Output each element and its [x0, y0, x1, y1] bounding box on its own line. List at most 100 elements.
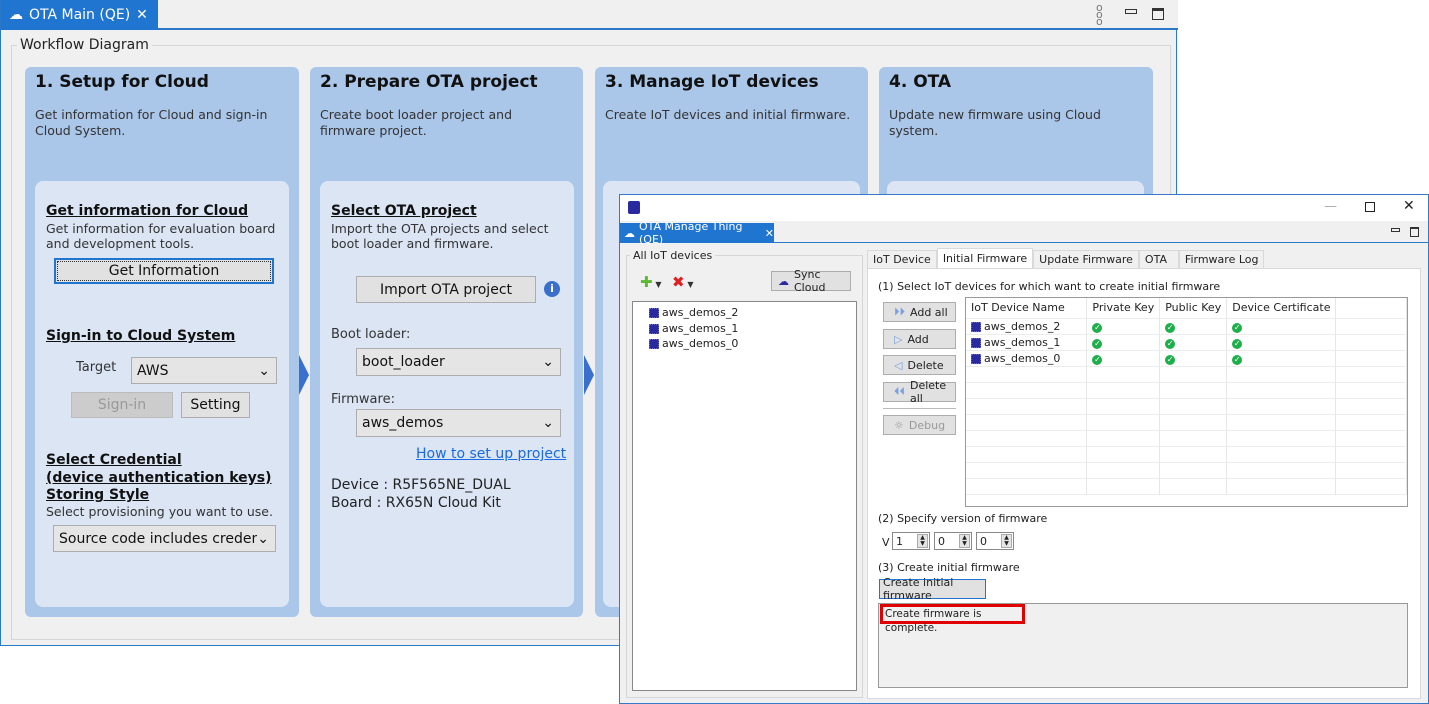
table-row[interactable] [966, 398, 1407, 415]
chevron-down-icon: ⌄ [258, 362, 270, 379]
device-name-cell: aws_demos_0 [966, 350, 1088, 367]
tree-item[interactable]: aws_demos_1 [649, 321, 738, 337]
version-prefix: V [882, 536, 890, 549]
close-icon[interactable]: ✕ [765, 227, 774, 240]
credential-select[interactable]: Source code includes credentia ⌄ [53, 525, 276, 552]
devices-table[interactable]: IoT Device Name Private Key Public Key D… [965, 297, 1408, 507]
delete-all-button[interactable]: ⏴⏴ Delete all [883, 379, 956, 405]
check-icon: ✓ [1232, 322, 1243, 333]
create-initial-firmware-button[interactable]: Create initial firmware [879, 576, 986, 602]
minimize-icon[interactable] [1125, 9, 1137, 14]
table-row[interactable] [966, 382, 1407, 399]
main-tab-bar: ☁ OTA Main (QE) ✕ ooo [1, 0, 1178, 30]
ota-manage-thing-window: — ✕ ☁ OTA Manage Thing (QE) ✕ All IoT devi… [619, 194, 1429, 704]
arrow-right-icon [299, 355, 309, 395]
step2-label: (2) Specify version of firmware [878, 512, 1048, 525]
credential-heading-2[interactable]: (device authentication keys) [46, 470, 272, 486]
version-major-stepper[interactable]: 1 ▲ ▼ [892, 532, 930, 550]
signin-heading[interactable]: Sign-in to Cloud System [46, 328, 235, 344]
sync-cloud-button[interactable]: ☁ Sync Cloud [771, 268, 851, 294]
credential-heading-3[interactable]: Storing Style [46, 487, 149, 503]
credential-heading[interactable]: Select Credential [46, 452, 182, 468]
col-public-key[interactable]: Public Key [1159, 298, 1228, 319]
workflow-label: Workflow Diagram [17, 37, 152, 53]
private_key-cell: ✓ [1086, 318, 1161, 335]
close-icon[interactable]: ✕ [136, 7, 148, 23]
check-icon: ✓ [1092, 322, 1103, 333]
private_key-cell: ✓ [1086, 350, 1161, 367]
setting-button[interactable]: Setting [181, 392, 250, 418]
table-row[interactable]: aws_demos_1 ✓ ✓ ✓ [966, 334, 1407, 351]
table-row[interactable] [966, 462, 1407, 479]
minimize-view-icon[interactable] [1391, 228, 1400, 232]
add-button[interactable]: ▷ Add [883, 329, 956, 349]
tab-iot-device[interactable]: IoT Device [867, 250, 937, 268]
card-setup: 1. Setup for Cloud Get information for Cl… [25, 67, 299, 617]
version-minor-stepper[interactable]: 0 ▲ ▼ [934, 532, 972, 550]
maximize-icon[interactable] [1365, 202, 1375, 212]
maximize-icon[interactable] [1152, 8, 1164, 20]
card-title: 1. Setup for Cloud [35, 72, 209, 92]
delete-device-icon[interactable]: ✖ ▼ [672, 273, 694, 291]
delete-button[interactable]: ◁ Delete [883, 355, 956, 375]
table-row[interactable] [966, 446, 1407, 463]
table-row[interactable]: aws_demos_2 ✓ ✓ ✓ [966, 318, 1407, 335]
tree-item[interactable]: aws_demos_0 [649, 336, 738, 352]
card-desc: Create boot loader project and firmware … [320, 107, 513, 138]
info-icon[interactable]: i [544, 281, 560, 297]
how-to-setup-link[interactable]: How to set up project [416, 446, 566, 462]
cloud-icon: ☁ [9, 7, 23, 23]
right-tabs: IoT Device Initial Firmware Update Firmw… [867, 248, 1265, 268]
col-private-key[interactable]: Private Key [1086, 298, 1161, 319]
card-prepare: 2. Prepare OTA project Create boot loader… [310, 67, 583, 617]
import-ota-project-button[interactable]: Import OTA project [356, 276, 536, 303]
signin-button[interactable]: Sign-in [71, 392, 173, 418]
tree-item[interactable]: aws_demos_2 [649, 305, 738, 321]
add-device-icon[interactable]: ✚ ▼ [640, 273, 662, 291]
maximize-view-icon[interactable] [1410, 227, 1419, 237]
chevron-down-icon: ⌄ [257, 530, 269, 547]
table-row[interactable] [966, 366, 1407, 383]
tab-firmware-log[interactable]: Firmware Log [1178, 250, 1265, 268]
tab-ota-main[interactable]: ☁ OTA Main (QE) ✕ [1, 0, 158, 30]
table-row[interactable] [966, 430, 1407, 447]
add-all-button[interactable]: ⏵⏵ Add all [883, 302, 956, 322]
devices-tree[interactable]: aws_demos_2 aws_demos_1 aws_demos_0 [632, 301, 857, 691]
col-device-name[interactable]: IoT Device Name [966, 298, 1088, 319]
target-label: Target [76, 360, 117, 375]
table-row[interactable] [966, 414, 1407, 431]
firmware-select[interactable]: aws_demos ⌄ [356, 409, 561, 437]
check-icon: ✓ [1165, 338, 1176, 349]
table-row[interactable]: aws_demos_0 ✓ ✓ ✓ [966, 350, 1407, 367]
col-device-certificate[interactable]: Device Certificate [1226, 298, 1337, 319]
target-select[interactable]: AWS ⌄ [131, 357, 277, 384]
double-chevron-right-icon: ⏵⏵ [894, 305, 905, 318]
chevron-down-icon: ⌄ [542, 354, 554, 370]
table-row[interactable] [966, 478, 1407, 495]
check-icon: ✓ [1092, 338, 1103, 349]
chip-icon [971, 337, 981, 348]
card-title: 3. Manage IoT devices [605, 72, 819, 92]
close-icon[interactable]: ✕ [1403, 198, 1415, 214]
get-information-button[interactable]: Get Information [54, 258, 274, 284]
debug-button[interactable]: ☼ Debug [883, 415, 956, 435]
minimize-icon[interactable]: — [1324, 199, 1337, 214]
inner-setup: Get information for Cloud Get informatio… [35, 181, 289, 607]
divider [883, 408, 956, 409]
view-menu-icon[interactable]: ooo [1096, 2, 1103, 27]
device-info: Device : R5F565NE_DUAL [331, 477, 511, 493]
select-project-heading[interactable]: Select OTA project [331, 203, 477, 219]
check-icon: ✓ [1232, 338, 1243, 349]
cloud-icon: ☁ [624, 226, 635, 240]
boot-loader-select[interactable]: boot_loader ⌄ [356, 348, 561, 376]
tab-update-firmware[interactable]: Update Firmware [1033, 250, 1139, 268]
tab-ota[interactable]: OTA [1138, 250, 1179, 268]
firmware-label: Firmware: [331, 392, 395, 407]
tab-ota-manage-thing[interactable]: ☁ OTA Manage Thing (QE) ✕ [620, 220, 774, 246]
card-desc: Update new firmware using Cloud system. [889, 107, 1101, 138]
chevron-down-icon: ⌄ [542, 415, 554, 431]
get-info-heading[interactable]: Get information for Cloud [46, 203, 248, 219]
card-title: 2. Prepare OTA project [320, 72, 538, 92]
version-patch-stepper[interactable]: 0 ▲ ▼ [976, 532, 1014, 550]
tab-initial-firmware[interactable]: Initial Firmware [936, 248, 1034, 268]
